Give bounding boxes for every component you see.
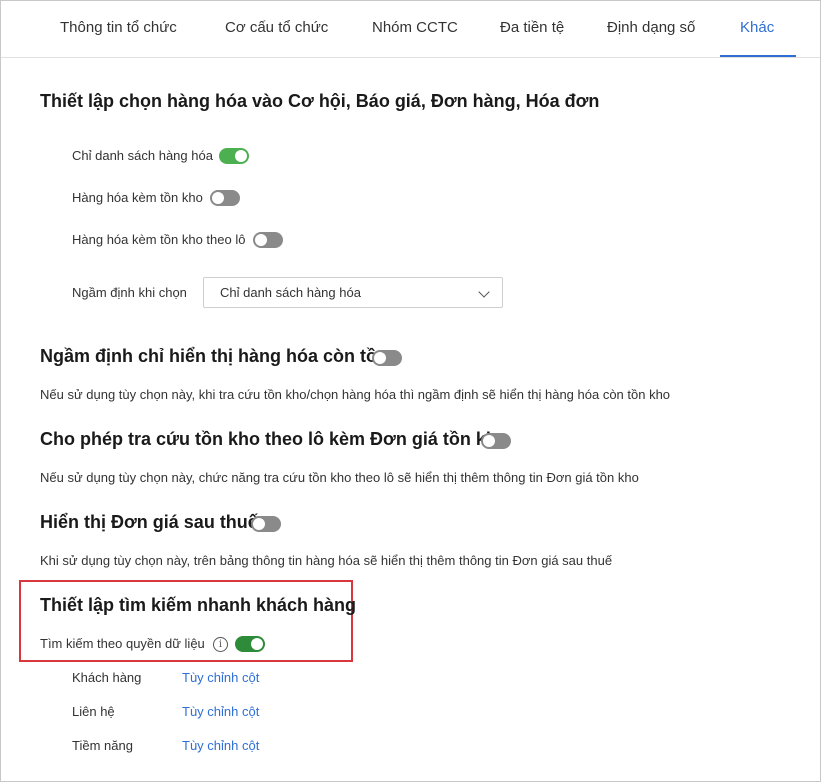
after-tax-toggle[interactable]	[251, 516, 281, 532]
option-product-stock-toggle[interactable]	[210, 190, 240, 206]
after-tax-description: Khi sử dụng tùy chọn này, trên bảng thôn…	[40, 553, 613, 568]
permission-search-toggle[interactable]	[235, 636, 265, 652]
active-tab-indicator	[720, 55, 796, 57]
lead-customize-columns-link[interactable]: Tùy chỉnh cột	[182, 738, 259, 753]
default-select-dropdown[interactable]: Chỉ danh sách hàng hóa	[203, 277, 503, 308]
quick-search-title: Thiết lập tìm kiếm nhanh khách hàng	[40, 595, 357, 615]
lead-row-label: Tiềm năng	[72, 738, 133, 753]
info-icon[interactable]: i	[213, 637, 228, 652]
option-product-stock-lot-label: Hàng hóa kèm tồn kho theo lô	[72, 232, 246, 247]
lot-price-description: Nếu sử dụng tùy chọn này, chức năng tra …	[40, 470, 639, 485]
option-product-list-toggle[interactable]	[219, 148, 249, 164]
default-select-label: Ngầm định khi chọn	[72, 285, 187, 300]
tab-cctc-group[interactable]: Nhóm CCTC	[372, 1, 458, 57]
instock-title: Ngầm định chỉ hiển thị hàng hóa còn tồn	[40, 346, 388, 366]
option-product-list-label: Chỉ danh sách hàng hóa	[72, 148, 213, 163]
tab-organization-info[interactable]: Thông tin tổ chức	[60, 1, 177, 57]
contact-customize-columns-link[interactable]: Tùy chỉnh cột	[182, 704, 259, 719]
instock-description: Nếu sử dụng tùy chọn này, khi tra cứu tồ…	[40, 387, 671, 402]
contact-row-label: Liên hệ	[72, 704, 115, 719]
tab-number-format[interactable]: Định dạng số	[607, 1, 695, 57]
lot-price-toggle[interactable]	[481, 433, 511, 449]
tab-organization-structure[interactable]: Cơ cấu tổ chức	[225, 1, 328, 57]
after-tax-title: Hiển thị Đơn giá sau thuế	[40, 512, 258, 532]
settings-panel: Thông tin tổ chức Cơ cấu tổ chức Nhóm CC…	[0, 0, 821, 782]
option-product-stock-lot-toggle[interactable]	[253, 232, 283, 248]
customer-customize-columns-link[interactable]: Tùy chỉnh cột	[182, 670, 259, 685]
instock-toggle[interactable]	[372, 350, 402, 366]
chevron-down-icon	[478, 286, 490, 298]
tab-other[interactable]: Khác	[740, 1, 774, 57]
permission-search-label: Tìm kiếm theo quyền dữ liệu	[40, 636, 205, 651]
lot-price-title: Cho phép tra cứu tồn kho theo lô kèm Đơn…	[40, 429, 508, 449]
default-select-value: Chỉ danh sách hàng hóa	[220, 285, 361, 300]
product-selection-title: Thiết lập chọn hàng hóa vào Cơ hội, Báo …	[40, 91, 600, 111]
tab-bar: Thông tin tổ chức Cơ cấu tổ chức Nhóm CC…	[1, 1, 820, 58]
option-product-stock-label: Hàng hóa kèm tồn kho	[72, 190, 203, 205]
tab-multi-currency[interactable]: Đa tiền tệ	[500, 1, 564, 57]
customer-row-label: Khách hàng	[72, 670, 142, 685]
